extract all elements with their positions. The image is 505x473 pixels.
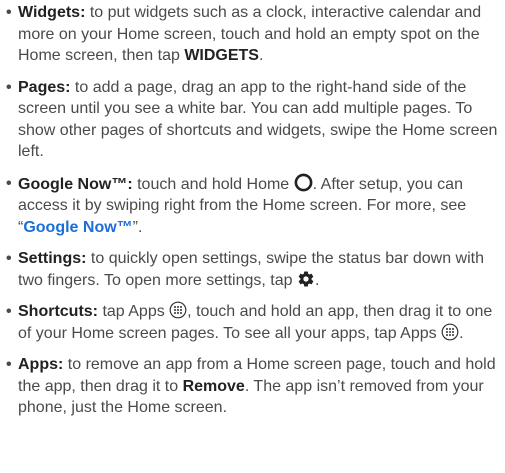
tips-list: • Widgets: to put widgets such as a cloc…	[6, 2, 501, 419]
item-text: tap Apps	[98, 303, 170, 321]
home-circle-icon	[294, 173, 313, 192]
apps-grid-icon	[169, 301, 187, 319]
item-text: to add a page, drag an app to the right-…	[18, 78, 498, 161]
item-body: Shortcuts: tap Apps , touch and hold an …	[18, 301, 501, 344]
item-body: Settings: to quickly open settings, swip…	[18, 248, 501, 291]
remove-label: Remove	[182, 377, 245, 395]
item-text: to quickly open settings, swipe the stat…	[18, 250, 484, 289]
widgets-label: WIDGETS	[184, 47, 259, 65]
list-item-shortcuts: • Shortcuts: tap Apps , touch and hold a…	[6, 301, 501, 344]
list-item-pages: • Pages: to add a page, drag an app to t…	[6, 77, 501, 163]
bullet: •	[6, 303, 12, 321]
apps-grid-icon	[441, 323, 459, 341]
item-body: Pages: to add a page, drag an app to the…	[18, 77, 501, 163]
list-item-widgets: • Widgets: to put widgets such as a cloc…	[6, 2, 501, 67]
item-body: Widgets: to put widgets such as a clock,…	[18, 2, 501, 67]
item-body: Apps: to remove an app from a Home scree…	[18, 354, 501, 419]
list-item-apps: • Apps: to remove an app from a Home scr…	[6, 354, 501, 419]
item-text: .	[314, 271, 320, 289]
item-text: .	[258, 47, 264, 65]
item-text: touch and hold Home	[132, 175, 294, 193]
term-pages: Pages:	[18, 78, 71, 96]
bullet: •	[6, 78, 12, 96]
list-item-google-now: • Google Now™: touch and hold Home . Aft…	[6, 173, 501, 239]
list-item-settings: • Settings: to quickly open settings, sw…	[6, 248, 501, 291]
item-text: .	[459, 324, 464, 342]
bullet: •	[6, 356, 12, 374]
bullet: •	[6, 4, 12, 21]
gear-icon	[297, 270, 315, 288]
term-google-now: Google Now™:	[18, 175, 133, 193]
item-body: Google Now™: touch and hold Home . After…	[18, 173, 501, 239]
term-apps: Apps:	[18, 356, 64, 374]
bullet: •	[6, 174, 12, 192]
google-now-link[interactable]: Google Now™	[23, 219, 132, 236]
item-text: ”.	[132, 218, 143, 236]
bullet: •	[6, 250, 12, 268]
term-settings: Settings:	[18, 250, 87, 268]
term-widgets: Widgets:	[18, 4, 86, 21]
term-shortcuts: Shortcuts:	[18, 303, 98, 321]
